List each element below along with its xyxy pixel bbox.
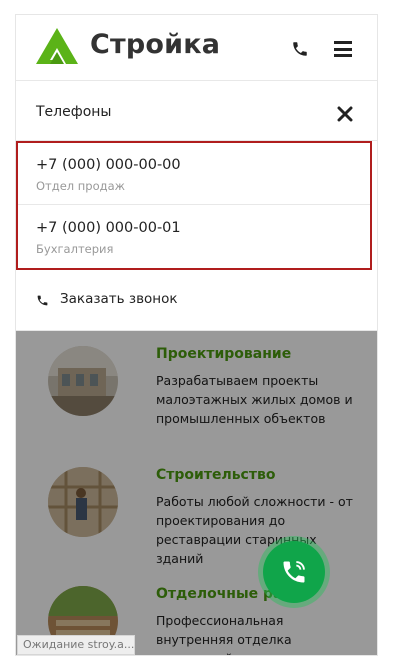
phone-label: Бухгалтерия bbox=[36, 242, 114, 256]
request-callback-link[interactable]: Заказать звонок bbox=[36, 290, 236, 314]
phone-item-sales[interactable]: +7 (000) 000-00-00 Отдел продаж bbox=[18, 143, 370, 205]
phone-list: +7 (000) 000-00-00 Отдел продаж +7 (000)… bbox=[16, 141, 372, 270]
phones-dropdown: Телефоны +7 (000) 000-00-00 Отдел продаж… bbox=[16, 81, 377, 331]
dropdown-header: Телефоны bbox=[16, 81, 377, 141]
phone-item-accounting[interactable]: +7 (000) 000-00-01 Бухгалтерия bbox=[18, 206, 370, 268]
call-fab-button[interactable] bbox=[263, 541, 325, 603]
mobile-page: Проектирование Разрабатываем проекты мал… bbox=[16, 15, 377, 655]
brand-name[interactable]: Стройка bbox=[90, 29, 220, 60]
logo-icon[interactable] bbox=[36, 28, 78, 64]
phone-label: Отдел продаж bbox=[36, 179, 125, 193]
phone-icon[interactable] bbox=[291, 40, 309, 58]
close-icon[interactable] bbox=[337, 106, 353, 122]
phone-number[interactable]: +7 (000) 000-00-00 bbox=[36, 157, 181, 173]
browser-status-bar: Ожидание stroy.a... bbox=[17, 635, 135, 655]
phone-icon bbox=[37, 295, 48, 306]
phone-ringing-icon bbox=[283, 561, 305, 583]
dropdown-title: Телефоны bbox=[36, 104, 112, 120]
phone-number[interactable]: +7 (000) 000-00-01 bbox=[36, 220, 181, 236]
site-header: Стройка bbox=[16, 15, 377, 81]
callback-label: Заказать звонок bbox=[60, 291, 178, 307]
hamburger-menu-icon[interactable] bbox=[334, 41, 352, 57]
